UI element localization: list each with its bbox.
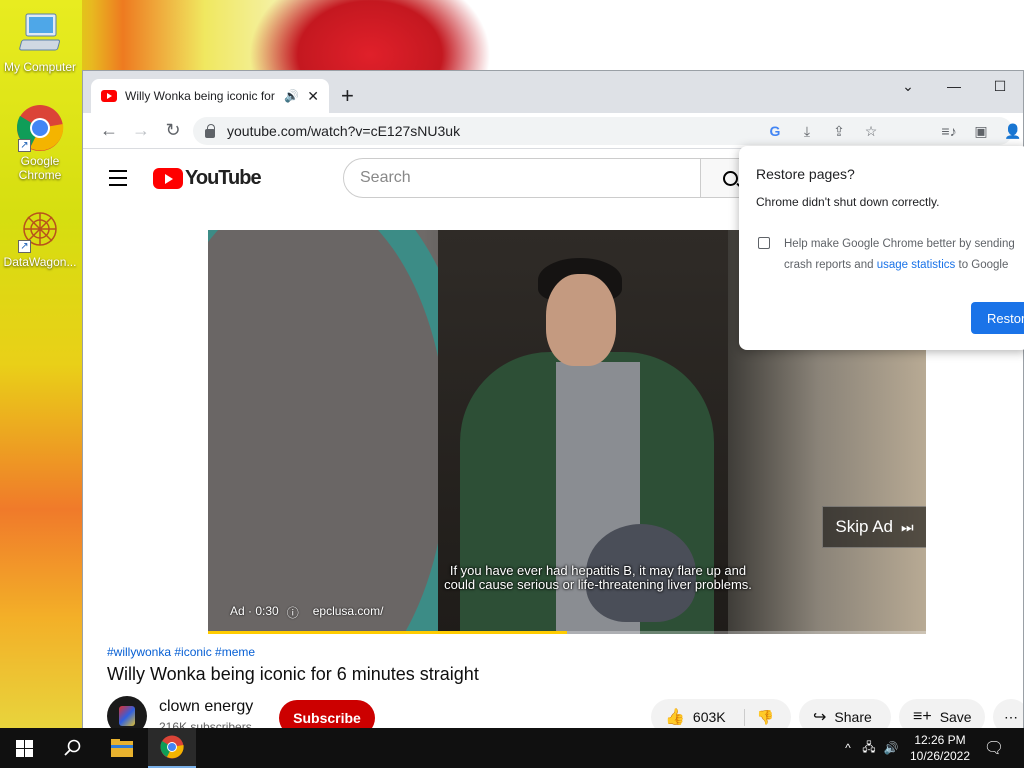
tab-close-icon[interactable]: ✕ <box>307 88 319 105</box>
dialog-message: Chrome didn't shut down correctly. <box>756 195 940 209</box>
computer-icon <box>16 10 64 58</box>
video-background-arc <box>208 230 448 634</box>
skip-ad-button[interactable]: Skip Ad ⏭ <box>822 506 926 548</box>
system-tray: ^ 🖧 🔊 <box>838 728 902 768</box>
ad-progress-bar[interactable] <box>208 631 926 634</box>
new-tab-button[interactable]: + <box>341 83 354 109</box>
desktop-icon-label: DataWagon... <box>3 255 77 269</box>
google-lens-icon[interactable]: G <box>759 117 791 145</box>
save-button[interactable]: ≡+ Save <box>899 699 985 729</box>
toolbar-right-icons: ≡♪ ▣ 👤 <box>933 117 1024 145</box>
ad-info: Ad · 0:30 ⓘ epclusa.com/ <box>230 604 383 621</box>
video-person-face <box>546 274 616 366</box>
youtube-favicon-icon <box>101 90 117 102</box>
skip-ad-label: Skip Ad <box>835 517 894 536</box>
save-label: Save <box>939 709 972 725</box>
desktop-icon-datawagon[interactable]: ↗ DataWagon... <box>0 205 80 269</box>
advertiser-link[interactable]: epclusa.com/ <box>313 604 384 621</box>
tab-title: Willy Wonka being iconic for <box>125 89 275 103</box>
tab-strip: Willy Wonka being iconic for 🔊 ✕ + ⌄ — ☐ <box>83 71 1023 113</box>
ad-info-icon[interactable]: ⓘ <box>287 604 299 621</box>
restore-pages-dialog: Restore pages? Chrome didn't shut down c… <box>739 146 1024 350</box>
side-panel-icon[interactable]: ▣ <box>965 117 997 145</box>
channel-avatar[interactable] <box>107 696 147 729</box>
subscribe-button[interactable]: Subscribe <box>279 700 375 729</box>
search-icon <box>723 170 738 186</box>
notifications-icon[interactable]: 🗨 <box>976 728 1012 768</box>
browser-toolbar: ← → ↻ youtube.com/watch?v=cE127sNU3uk G … <box>83 113 1023 149</box>
share-page-icon[interactable]: ⇪ <box>823 117 855 145</box>
ad-progress-fill <box>208 631 567 634</box>
dislike-icon[interactable]: 👎 <box>743 708 774 726</box>
lock-icon[interactable] <box>205 123 215 138</box>
desktop-icon-google-chrome[interactable]: ↗ Google Chrome <box>0 104 80 182</box>
datawagon-icon: ↗ <box>16 205 64 253</box>
share-button[interactable]: ↪ Share <box>799 699 891 729</box>
video-hashtags[interactable]: #willywonka #iconic #meme <box>107 645 255 659</box>
folder-icon <box>111 739 133 757</box>
volume-icon[interactable]: 🔊 <box>880 741 902 755</box>
channel-name[interactable]: clown energy <box>159 698 253 716</box>
like-icon[interactable]: 👍 <box>665 707 685 727</box>
search-icon <box>64 739 81 756</box>
more-icon: ⋯ <box>1004 708 1018 725</box>
show-hidden-icons[interactable]: ^ <box>838 741 858 755</box>
taskbar-clock[interactable]: 12:26 PM 10/26/2022 <box>908 732 972 764</box>
tab-search-icon[interactable]: ⌄ <box>885 71 931 101</box>
omnibox-icons: G ⤓ ⇪ ☆ <box>759 117 887 145</box>
menu-icon[interactable] <box>109 170 127 191</box>
desktop-icon-my-computer[interactable]: My Computer <box>0 10 80 74</box>
ad-time: Ad · 0:30 <box>230 604 279 618</box>
chrome-icon <box>160 735 184 759</box>
search-taskbar-button[interactable] <box>48 728 96 768</box>
video-title: Willy Wonka being iconic for 6 minutes s… <box>107 664 479 684</box>
address-bar[interactable]: youtube.com/watch?v=cE127sNU3uk G ⤓ ⇪ ☆ <box>193 117 1013 145</box>
desktop-icon-label: Google Chrome <box>18 154 62 182</box>
crash-report-label: Help make Google Chrome better by sendin… <box>784 234 1024 276</box>
install-app-icon[interactable]: ⤓ <box>791 117 823 145</box>
maximize-button[interactable]: ☐ <box>977 71 1023 101</box>
taskbar: ^ 🖧 🔊 12:26 PM 10/26/2022 🗨 <box>0 728 1024 768</box>
clock-date: 10/26/2022 <box>909 749 971 763</box>
like-dislike-group: 👍 603K 👎 <box>651 699 791 729</box>
file-explorer-button[interactable] <box>98 728 146 768</box>
youtube-play-icon <box>153 168 183 189</box>
back-button[interactable]: ← <box>93 120 125 141</box>
shortcut-arrow-icon: ↗ <box>18 240 31 253</box>
network-icon[interactable]: 🖧 <box>858 738 880 759</box>
share-icon: ↪ <box>813 709 827 726</box>
like-count: 603K <box>692 709 726 725</box>
save-icon: ≡+ <box>913 708 932 725</box>
shortcut-arrow-icon: ↗ <box>18 139 31 152</box>
more-actions-button[interactable]: ⋯ <box>993 699 1023 729</box>
skip-icon: ⏭ <box>901 518 914 535</box>
share-label: Share <box>834 709 872 725</box>
search-input[interactable]: Search <box>343 158 701 198</box>
youtube-logo-text: YouTube <box>185 167 262 189</box>
tab-youtube[interactable]: Willy Wonka being iconic for 🔊 ✕ <box>91 79 329 113</box>
crash-report-text-end: to Google <box>955 259 1009 271</box>
ad-caption: If you have ever had hepatitis B, it may… <box>444 563 752 592</box>
windows-logo-icon <box>15 739 33 757</box>
bookmark-star-icon[interactable]: ☆ <box>855 117 887 145</box>
restore-button[interactable]: Restore <box>971 302 1024 334</box>
media-control-icon[interactable]: ≡♪ <box>933 117 965 145</box>
url-text: youtube.com/watch?v=cE127sNU3uk <box>227 123 461 139</box>
forward-button[interactable]: → <box>125 120 157 141</box>
youtube-logo[interactable]: YouTube <box>153 167 262 190</box>
chrome-taskbar-button[interactable] <box>148 728 196 768</box>
minimize-button[interactable]: — <box>931 71 977 101</box>
profile-avatar-icon[interactable]: 👤 <box>997 117 1024 145</box>
audio-playing-icon[interactable]: 🔊 <box>284 89 299 103</box>
chrome-icon: ↗ <box>16 104 64 152</box>
start-button[interactable] <box>0 728 48 768</box>
dialog-title: Restore pages? <box>756 166 855 182</box>
desktop-icon-label: My Computer <box>3 60 77 74</box>
clock-time: 12:26 PM <box>914 733 966 747</box>
usage-statistics-link[interactable]: usage statistics <box>877 259 956 271</box>
reload-button[interactable]: ↻ <box>157 120 189 141</box>
crash-report-checkbox[interactable] <box>758 237 770 249</box>
